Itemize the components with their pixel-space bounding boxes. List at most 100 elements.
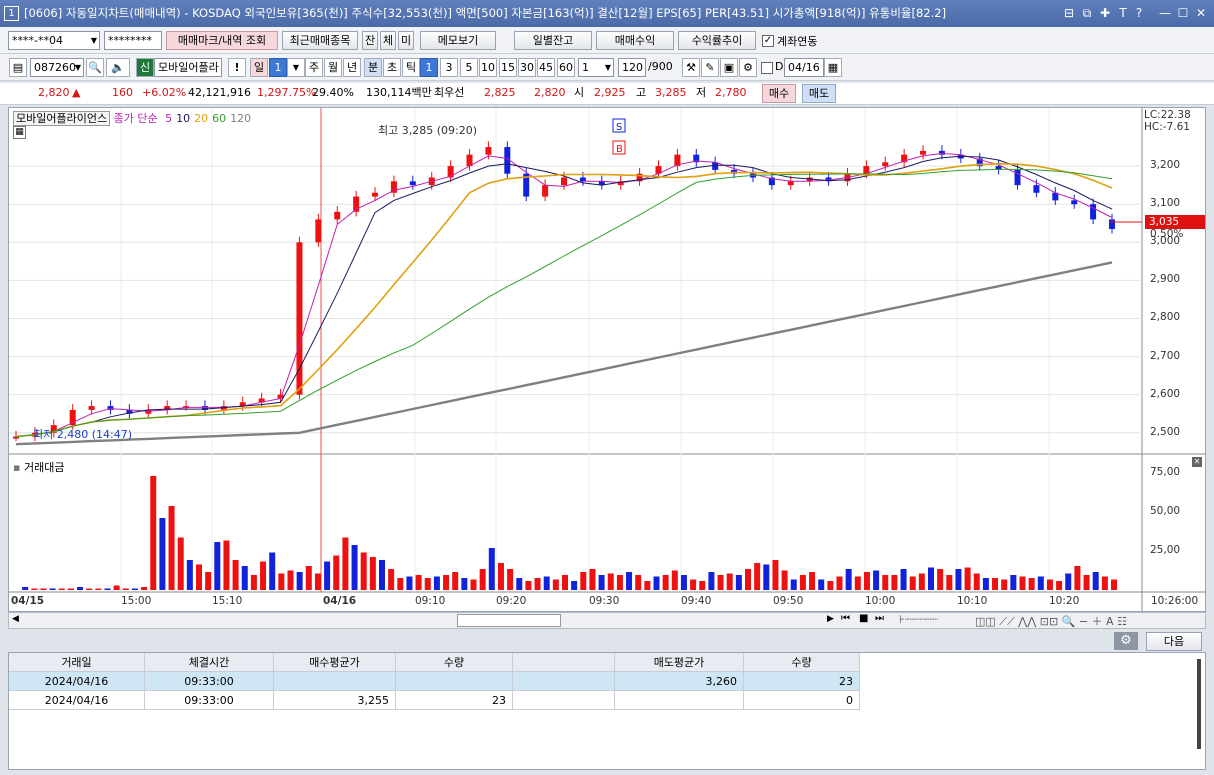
recent-items-button[interactable]: 최근매매종목: [282, 31, 358, 50]
chart-scrollbar[interactable]: ◀ ▶ ⏮ ■ ⏭ ⊦┈┈┈┈┈ ◫◫ ⟋⟋ ⋀⋀ ⊡⊡ 🔍 − ＋ A ☷: [8, 612, 1206, 629]
volume-bar: [241, 566, 248, 590]
column-header[interactable]: 매수평균가: [274, 653, 396, 672]
font-icon[interactable]: T: [1116, 5, 1130, 21]
balance-button[interactable]: 잔: [362, 31, 378, 50]
mark-query-button[interactable]: 매매마크/내역 조회: [166, 31, 278, 50]
column-header[interactable]: 거래일: [9, 653, 145, 672]
column-header[interactable]: 체결시간: [145, 653, 274, 672]
table-cell[interactable]: 3,255: [274, 691, 396, 710]
column-header[interactable]: 수량: [744, 653, 860, 672]
period-week-button[interactable]: 주: [305, 58, 323, 77]
account-input[interactable]: ****-**04 ▼: [8, 31, 100, 50]
period-second-button[interactable]: 초: [383, 58, 401, 77]
interval-button[interactable]: 1: [420, 58, 438, 77]
table-cell[interactable]: 0: [744, 691, 860, 710]
password-input[interactable]: ********: [104, 31, 162, 50]
column-header[interactable]: 수량: [396, 653, 513, 672]
chevron-down-icon[interactable]: ▼: [91, 32, 97, 49]
scroll-thumb[interactable]: [457, 614, 561, 627]
table-cell[interactable]: 2024/04/16: [9, 672, 145, 691]
column-header[interactable]: [513, 653, 615, 672]
sell-button[interactable]: 매도: [802, 84, 836, 103]
buy-button[interactable]: 매수: [762, 84, 796, 103]
table-cell[interactable]: 09:33:00: [145, 691, 274, 710]
period-month-button[interactable]: 월: [324, 58, 342, 77]
table-cell[interactable]: [274, 672, 396, 691]
interval-button[interactable]: 15: [499, 58, 517, 77]
date-checkbox[interactable]: [761, 62, 773, 74]
period-tick-button[interactable]: 틱: [402, 58, 420, 77]
scroll-right-icon[interactable]: ▶: [827, 614, 834, 624]
speaker-icon[interactable]: 🔈: [106, 58, 130, 77]
chevron-down-icon[interactable]: ▼: [287, 58, 305, 77]
gear-icon[interactable]: ⚙: [1114, 632, 1138, 650]
period-value[interactable]: 1: [269, 58, 287, 77]
table-cell[interactable]: [513, 672, 615, 691]
interval-button[interactable]: 60: [557, 58, 575, 77]
stock-search-icon[interactable]: ▤: [9, 58, 27, 77]
chart-pane[interactable]: SB 모바일어플라이언스 종가 단순 5 10 20 60 120 ▦ 최고 3,285…: [8, 107, 1206, 612]
return-trend-button[interactable]: 수익률추이: [678, 31, 756, 50]
close-icon[interactable]: ✕: [1194, 5, 1208, 21]
grid-icon[interactable]: ▦: [13, 126, 26, 139]
table-cell[interactable]: 3,260: [615, 672, 744, 691]
period-year-button[interactable]: 년: [343, 58, 361, 77]
stop-icon[interactable]: ■: [859, 613, 868, 624]
volume-bar: [955, 569, 962, 590]
memo-button[interactable]: 메모보기: [420, 31, 496, 50]
price-chart[interactable]: SB: [9, 108, 1205, 611]
account-link-checkbox[interactable]: ✓: [762, 35, 774, 47]
first-icon[interactable]: ⏮: [841, 613, 850, 624]
zoom-slider-icon[interactable]: ⊦┈┈┈┈┈: [899, 613, 938, 626]
table-cell[interactable]: [513, 691, 615, 710]
last-icon[interactable]: ⏭: [875, 613, 884, 624]
stock-code-input[interactable]: 087260 ▼: [30, 58, 84, 77]
pin-icon[interactable]: ✚: [1098, 5, 1112, 21]
account-toolbar: ****-**04 ▼ ******** 매매마크/내역 조회 최근매매종목 잔 …: [0, 27, 1214, 54]
scroll-left-icon[interactable]: ◀: [12, 614, 19, 624]
layout-icon[interactable]: ⊟: [1062, 5, 1076, 21]
indicator-icon[interactable]: ⚒: [682, 58, 700, 77]
maximize-icon[interactable]: ☐: [1176, 5, 1190, 21]
table-cell[interactable]: 23: [396, 691, 513, 710]
period-day-button[interactable]: 일: [250, 58, 268, 77]
close-pane-icon[interactable]: ✕: [1192, 457, 1202, 467]
gear-icon[interactable]: ⚙: [739, 58, 757, 77]
chevron-down-icon[interactable]: ▼: [75, 59, 81, 76]
volume-bar: [754, 563, 761, 590]
interval-button[interactable]: 5: [460, 58, 478, 77]
period-minute-button[interactable]: 분: [364, 58, 382, 77]
filled-button[interactable]: 체: [380, 31, 396, 50]
interval-select[interactable]: 1 ▼: [578, 58, 614, 77]
bid-price: 2,820: [534, 86, 566, 99]
next-button[interactable]: 다음: [1146, 632, 1202, 651]
volume-bar: [269, 552, 276, 590]
table-cell[interactable]: [615, 691, 744, 710]
chevron-down-icon[interactable]: ▼: [605, 59, 611, 76]
draw-tool-icon[interactable]: ✎: [701, 58, 719, 77]
interval-button[interactable]: 45: [537, 58, 555, 77]
help-icon[interactable]: ?: [1132, 5, 1146, 21]
column-header[interactable]: 매도평균가: [615, 653, 744, 672]
legend-stock-name[interactable]: 모바일어플라이언스: [13, 111, 111, 126]
table-cell[interactable]: 09:33:00: [145, 672, 274, 691]
interval-button[interactable]: 30: [518, 58, 536, 77]
save-icon[interactable]: ▣: [720, 58, 738, 77]
table-scrollbar[interactable]: [1197, 659, 1201, 749]
table-cell[interactable]: [396, 672, 513, 691]
chart-tools-icon[interactable]: ◫◫ ⟋⟋ ⋀⋀ ⊡⊡ 🔍 − ＋ A ☷: [975, 613, 1127, 629]
calendar-icon[interactable]: ▦: [824, 58, 842, 77]
trade-profit-button[interactable]: 매매수익: [596, 31, 674, 50]
minimize-icon[interactable]: —: [1158, 5, 1172, 21]
date-input[interactable]: 04/16: [784, 58, 824, 77]
daily-balance-button[interactable]: 일별잔고: [514, 31, 592, 50]
interval-button[interactable]: 10: [479, 58, 497, 77]
interval-button[interactable]: 3: [440, 58, 458, 77]
count-input[interactable]: 120: [618, 58, 646, 77]
table-cell[interactable]: 2024/04/16: [9, 691, 145, 710]
copy-icon[interactable]: ⧉: [1080, 5, 1094, 21]
unfilled-button[interactable]: 미: [398, 31, 414, 50]
alert-icon[interactable]: !: [228, 58, 246, 77]
search-icon[interactable]: 🔍: [86, 58, 104, 77]
table-cell[interactable]: 23: [744, 672, 860, 691]
